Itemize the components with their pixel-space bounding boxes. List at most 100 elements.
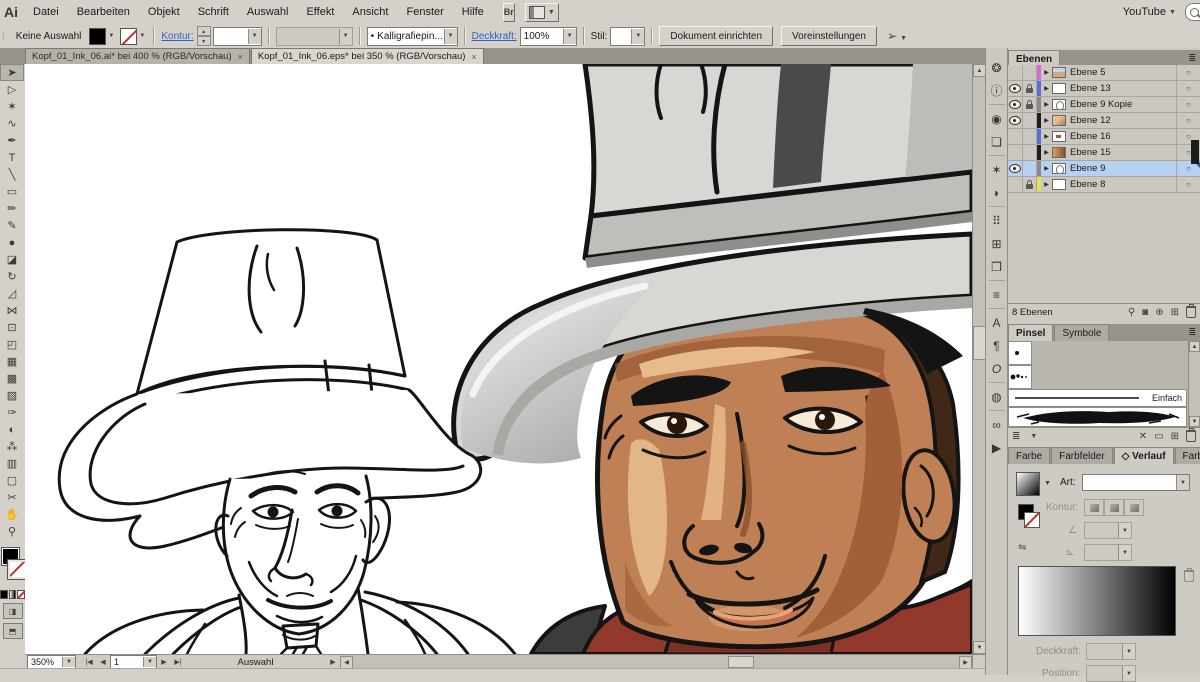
tab-pinsel[interactable]: Pinsel xyxy=(1008,324,1053,341)
hand-tool[interactable]: ✋ xyxy=(0,506,24,523)
document-tab-2[interactable]: Kopf_01_Ink_06.eps* bei 350 % (RGB/Vorsc… xyxy=(251,48,484,64)
target-circle[interactable]: ○ xyxy=(1176,65,1200,80)
info-icon[interactable]: ⓘ xyxy=(986,79,1008,102)
stepper-up-icon[interactable]: ▴ xyxy=(197,26,211,36)
free-transform-tool[interactable]: ⊡ xyxy=(0,319,24,336)
tab-farbfelder[interactable]: Farbfelder xyxy=(1051,447,1113,464)
gradient-stroke-along-button[interactable] xyxy=(1104,499,1124,516)
fill-color-swatch[interactable] xyxy=(89,28,106,45)
direct-selection-tool[interactable]: ▷ xyxy=(0,81,24,98)
first-artboard-button[interactable]: |◀ xyxy=(82,656,96,668)
artboard-number-dropdown[interactable]: 1 ▼ xyxy=(110,655,157,669)
stepper-down-icon[interactable]: ▾ xyxy=(197,36,211,46)
stop-opacity-dropdown[interactable]: ▼ xyxy=(1086,643,1136,660)
search-input[interactable] xyxy=(1185,3,1200,21)
gradient-button[interactable] xyxy=(9,590,17,599)
brush-scatter-dots[interactable] xyxy=(1008,365,1032,389)
search-icon[interactable]: ⚲ xyxy=(1128,307,1135,318)
preferences-button[interactable]: Voreinstellungen xyxy=(781,26,877,46)
stroke-color-swatch[interactable] xyxy=(120,28,137,45)
gradient-slider[interactable] xyxy=(1018,566,1176,636)
scroll-right-icon[interactable]: ▶ xyxy=(959,656,972,669)
workspace-switcher[interactable]: ▼ xyxy=(525,3,559,22)
vertical-scrollbar[interactable]: ▲ ▼ xyxy=(972,64,986,654)
close-icon[interactable]: × xyxy=(238,52,243,62)
color-button[interactable] xyxy=(0,590,8,599)
lock-toggle[interactable] xyxy=(1023,129,1037,144)
none-button[interactable] xyxy=(17,590,25,599)
layer-name[interactable]: Ebene 8 xyxy=(1070,179,1176,190)
brush-definition-dropdown[interactable]: • Kalligrafiepin... ▼ xyxy=(367,27,458,46)
expand-arrow-icon[interactable]: ▶ xyxy=(1041,149,1052,156)
layer-thumbnail[interactable] xyxy=(1052,115,1066,126)
next-artboard-button[interactable]: ▶ xyxy=(157,656,171,668)
layer-name[interactable]: Ebene 12 xyxy=(1070,115,1176,126)
artboard-canvas[interactable] xyxy=(25,64,972,654)
visibility-toggle[interactable] xyxy=(1008,81,1023,96)
layer-name[interactable]: Ebene 15 xyxy=(1070,147,1176,158)
align-icon[interactable]: ⊞ xyxy=(986,232,1008,255)
canvas-artwork[interactable] xyxy=(25,64,972,654)
type-tool[interactable]: T xyxy=(0,149,24,166)
layer-name[interactable]: Ebene 9 Kopie xyxy=(1070,99,1176,110)
target-circle[interactable]: ○ xyxy=(1176,177,1200,192)
opacity-dropdown[interactable]: 100% ▼ xyxy=(520,27,577,46)
shape-builder-tool[interactable]: ◰ xyxy=(0,336,24,353)
layer-thumbnail[interactable] xyxy=(1052,147,1066,158)
pen-tool[interactable]: ✒ xyxy=(0,132,24,149)
symbol-sprayer-tool[interactable]: ⁂ xyxy=(0,438,24,455)
lock-toggle[interactable] xyxy=(1023,65,1037,80)
expand-arrow-icon[interactable]: ▶ xyxy=(1041,181,1052,188)
graphic-styles-icon[interactable]: ✶ xyxy=(986,158,1008,181)
stroke-weight-dropdown[interactable]: ▼ xyxy=(213,27,262,46)
deckkraft-link[interactable]: Deckkraft: xyxy=(472,31,517,42)
panel-menu-icon[interactable]: ≣ xyxy=(1188,53,1196,64)
stroke-weight-stepper[interactable]: ▴ ▾ xyxy=(197,26,211,46)
layer-thumbnail[interactable] xyxy=(1052,83,1066,94)
blend-tool[interactable]: ◐ xyxy=(0,421,24,438)
last-artboard-button[interactable]: ▶| xyxy=(171,656,185,668)
expand-arrow-icon[interactable]: ▶ xyxy=(1041,101,1052,108)
layer-row-ebene15[interactable]: ▶ Ebene 15 ○ xyxy=(1008,145,1200,161)
expand-arrow-icon[interactable]: ▶ xyxy=(1041,69,1052,76)
brushes-icon[interactable]: ◗ xyxy=(986,181,1008,204)
layer-row-ebene5[interactable]: ▶ Ebene 5 ○ xyxy=(1008,65,1200,81)
gradient-tool[interactable]: ▧ xyxy=(0,387,24,404)
expand-arrow-icon[interactable]: ▶ xyxy=(1041,133,1052,140)
gradient-stroke-swatch[interactable] xyxy=(1024,512,1040,528)
gradient-preview-swatch[interactable] xyxy=(1016,472,1040,496)
reverse-gradient-icon[interactable]: ⇋ xyxy=(1018,542,1026,553)
paragraph-icon[interactable]: ¶ xyxy=(986,334,1008,357)
brush-options-icon[interactable]: ▭ xyxy=(1154,431,1163,442)
layer-row-ebene8[interactable]: ▶ Ebene 8 ○ xyxy=(1008,177,1200,193)
menu-effekt[interactable]: Effekt xyxy=(297,1,343,23)
lock-toggle[interactable] xyxy=(1023,81,1037,96)
links-icon[interactable]: ∞ xyxy=(986,413,1008,436)
gradient-stroke-within-button[interactable] xyxy=(1084,499,1104,516)
target-circle[interactable]: ○ xyxy=(1176,113,1200,128)
eraser-tool[interactable]: ◪ xyxy=(0,251,24,268)
brush-scrollbar[interactable]: ▲ ▼ xyxy=(1188,341,1200,427)
tab-farbe[interactable]: Farbe xyxy=(1008,447,1050,464)
layer-thumbnail[interactable] xyxy=(1052,163,1066,174)
artboard-tool[interactable]: ▢ xyxy=(0,472,24,489)
stroke-dropdown-arrow[interactable]: ▼ xyxy=(137,29,147,44)
selection-tool[interactable]: ➤ xyxy=(0,64,24,81)
tab-verlauf[interactable]: ◇ Verlauf xyxy=(1114,447,1174,464)
width-tool[interactable]: ⋈ xyxy=(0,302,24,319)
visibility-toggle[interactable] xyxy=(1008,129,1023,144)
layer-row-ebene9-selected[interactable]: ▶ Ebene 9 ○ xyxy=(1008,161,1200,177)
stroke-icon[interactable]: ≡ xyxy=(986,283,1008,306)
target-circle[interactable]: ○ xyxy=(1176,97,1200,112)
layer-thumbnail[interactable] xyxy=(1052,67,1066,78)
rotate-tool[interactable]: ↻ xyxy=(0,268,24,285)
remove-brush-stroke-icon[interactable]: ✕ xyxy=(1139,431,1147,442)
document-tab-1[interactable]: Kopf_01_Ink_06.ai* bei 400 % (RGB/Vorsch… xyxy=(25,48,250,64)
menu-bearbeiten[interactable]: Bearbeiten xyxy=(68,1,139,23)
style-dropdown[interactable]: ▼ xyxy=(610,27,645,46)
color-icon[interactable]: ◉ xyxy=(986,107,1008,130)
gradient-type-dropdown[interactable]: ▼ xyxy=(1082,474,1190,491)
scale-tool[interactable]: ◿ xyxy=(0,285,24,302)
zoom-level-dropdown[interactable]: 350% ▼ xyxy=(27,655,76,669)
menu-auswahl[interactable]: Auswahl xyxy=(238,1,298,23)
